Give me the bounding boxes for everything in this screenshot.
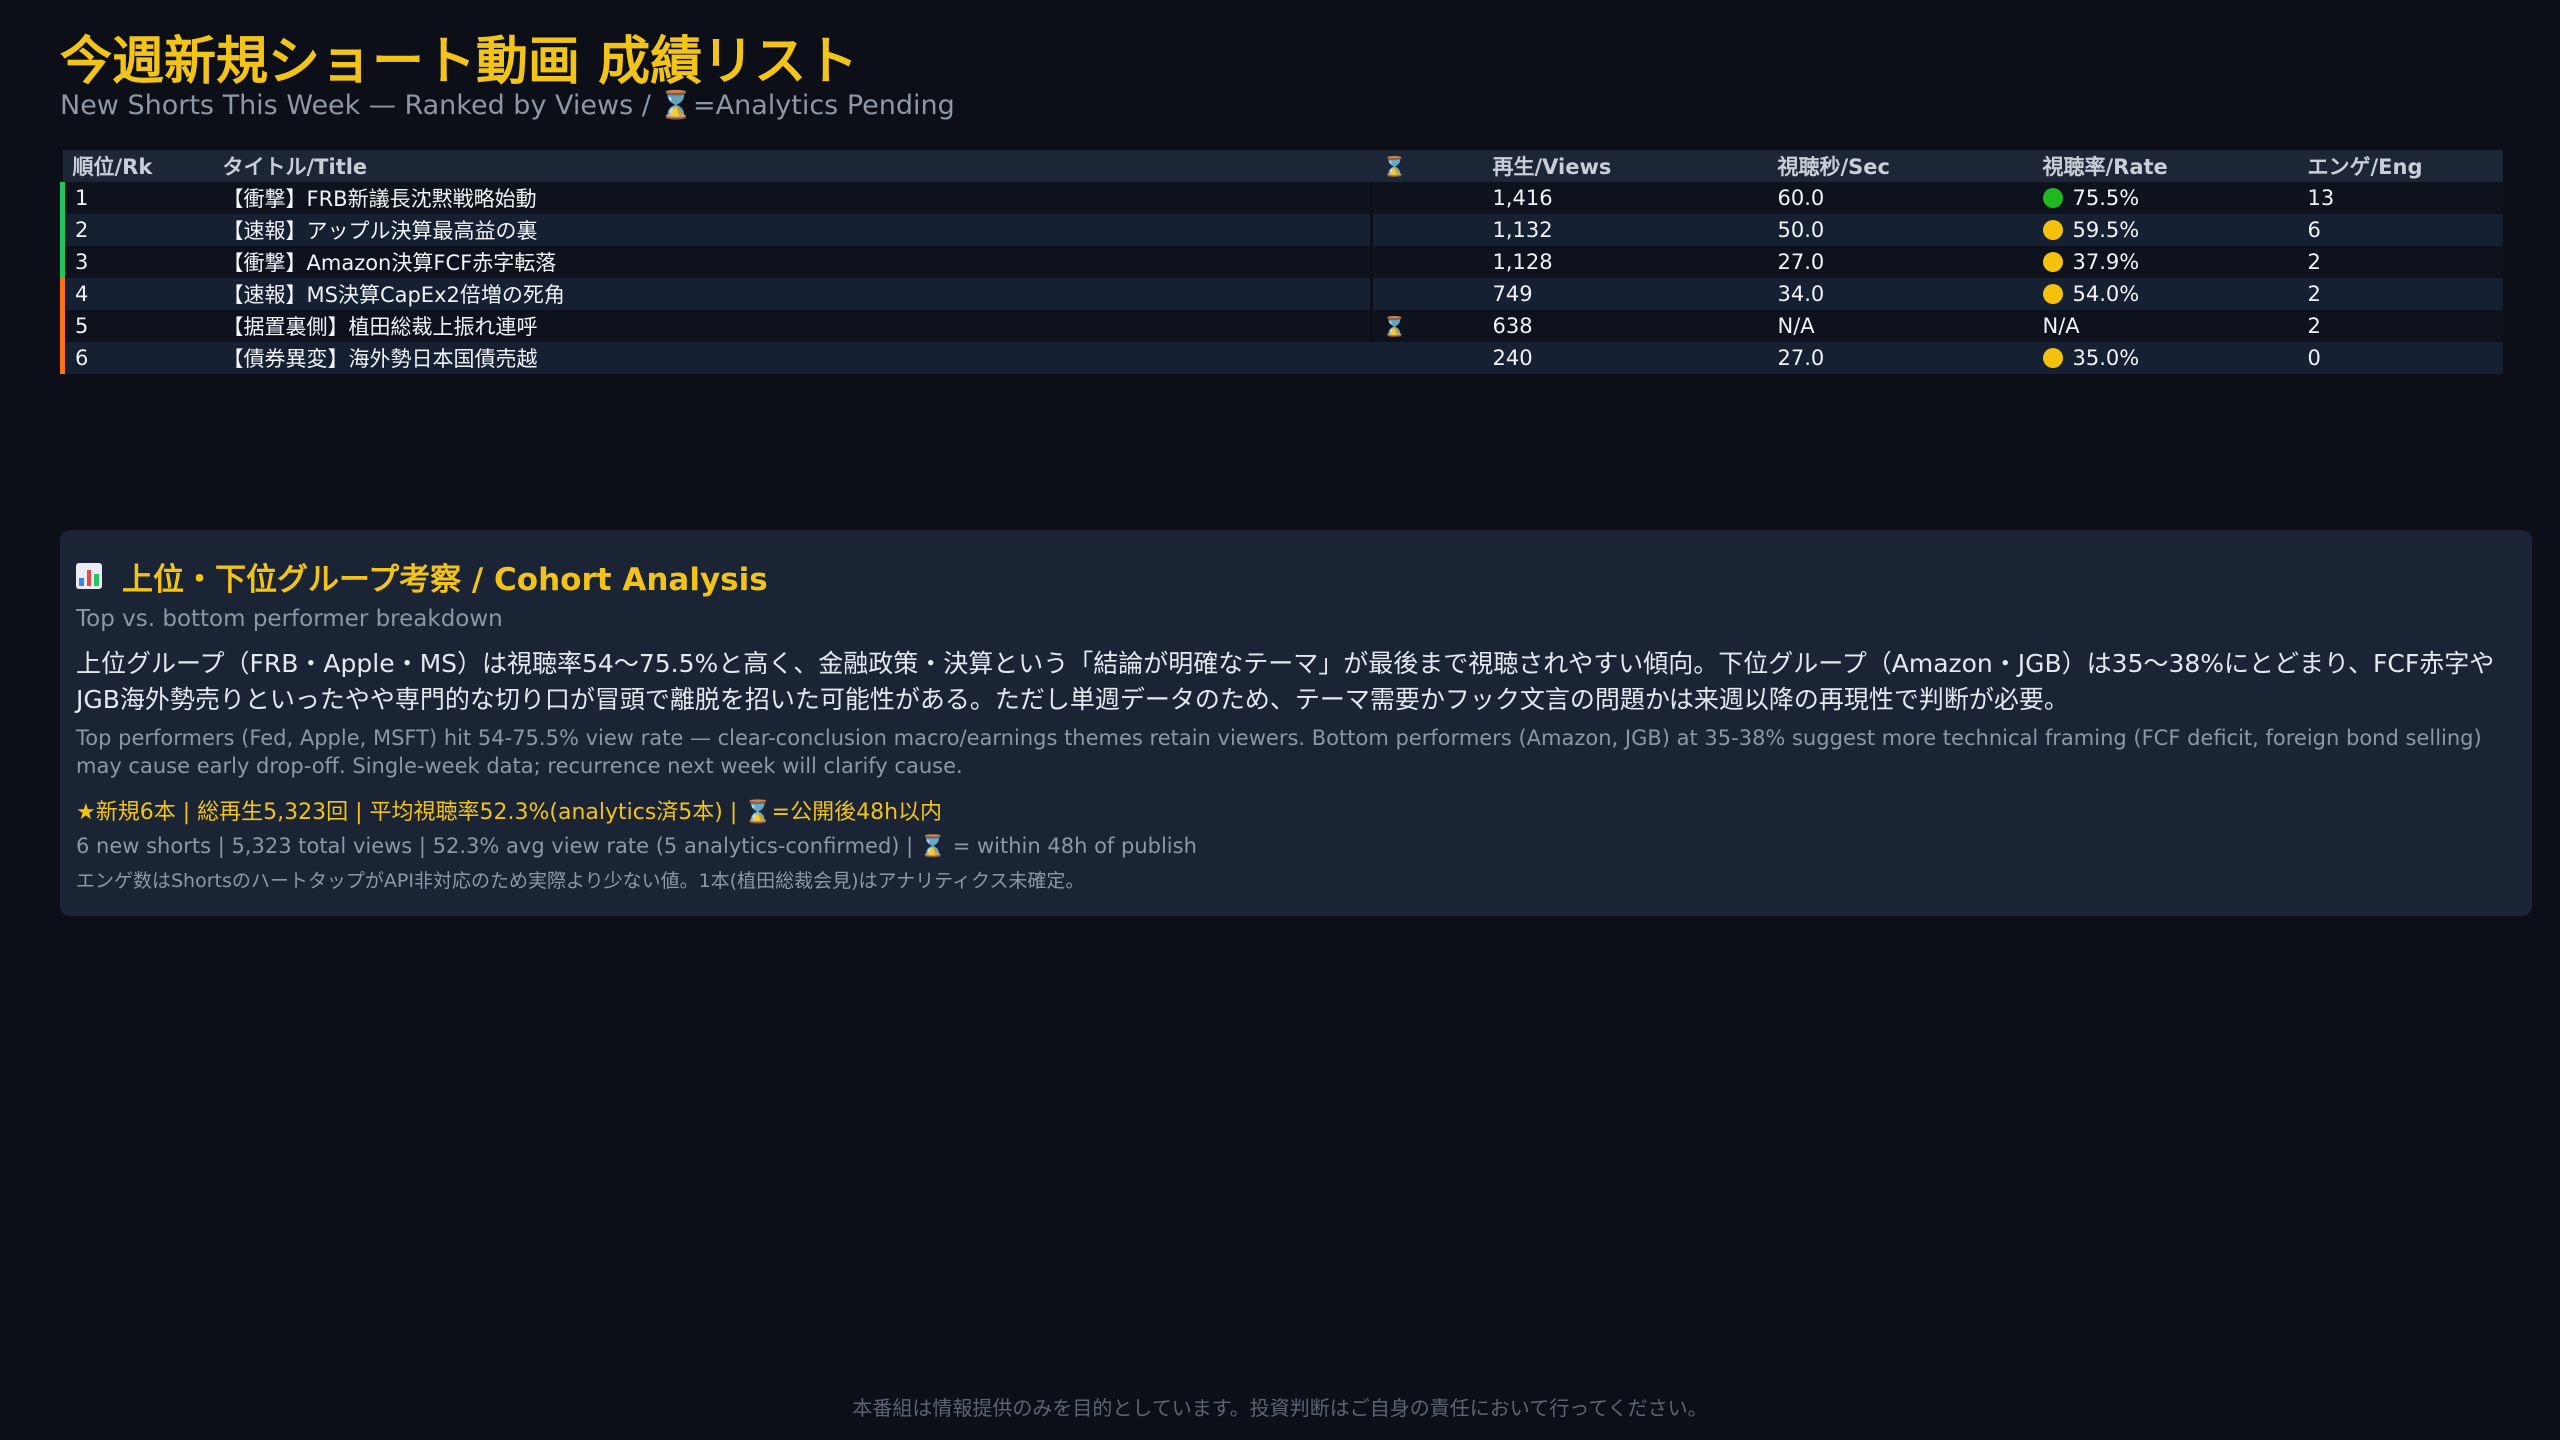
cell-views: 240 — [1492, 346, 1533, 370]
cell-rate: 37.9% — [2033, 246, 2298, 278]
cell-rate: 59.5% — [2033, 214, 2298, 246]
page-title: 今週新規ショート動画 成績リスト — [60, 32, 859, 92]
table-body: 1 【衝撃】FRB新議長沈黙戦略始動 1,416 60.0 75.5% 13 2 【速報】アッ… — [60, 182, 2503, 374]
cell-engagement: 13 — [2307, 186, 2335, 210]
ranking-table-container: 順位/Rk タイトル/Title ⌛ 再生/Views 視聴秒/Sec 視聴率/… — [60, 150, 2503, 374]
table-row[interactable]: 3 【衝撃】Amazon決算FCF赤字転落 1,128 27.0 37.9% 2 — [60, 246, 2503, 278]
cell-rate: N/A — [2033, 310, 2298, 342]
rate-status-dot-icon — [2042, 188, 2063, 208]
table-row[interactable]: 2 【速報】アップル決算最高益の裏 1,132 50.0 59.5% 6 — [60, 214, 2503, 246]
summary-stats-en: 6 new shorts | 5,323 total views | 52.3%… — [76, 834, 1197, 858]
cell-title: 【据置裏側】植田総裁上振れ連呼 — [222, 315, 538, 339]
cell-title: 【衝撃】FRB新議長沈黙戦略始動 — [222, 187, 537, 211]
cell-pending — [1373, 214, 1483, 246]
cell-views: 1,132 — [1492, 218, 1553, 242]
cell-pending — [1373, 182, 1483, 214]
panel-subtitle: Top vs. bottom performer breakdown — [76, 606, 503, 632]
cell-title: 【衝撃】Amazon決算FCF赤字転落 — [222, 251, 557, 275]
rate-value: 75.5% — [2072, 186, 2140, 210]
cell-seconds: 27.0 — [1777, 346, 1825, 370]
rate-status-dot-icon — [2042, 284, 2063, 304]
column-header-rank[interactable]: 順位/Rk — [63, 150, 213, 182]
page-subtitle: New Shorts This Week — Ranked by Views /… — [60, 90, 955, 121]
disclaimer-footer: 本番組は情報提供のみを目的としています。投資判断はご自身の責任において行ってくだ… — [852, 1396, 1708, 1420]
table-row[interactable]: 6 【債券異変】海外勢日本国債売越 240 27.0 35.0% 0 — [60, 342, 2503, 374]
engagement-note: エンゲ数はShortsのハートタップがAPI非対応のため実際より少ない値。1本(… — [76, 870, 1085, 892]
hourglass-icon: ⌛ — [1382, 156, 1407, 178]
table-header-row: 順位/Rk タイトル/Title ⌛ 再生/Views 視聴秒/Sec 視聴率/… — [62, 150, 2503, 182]
cell-pending — [1373, 342, 1483, 374]
cell-title: 【速報】MS決算CapEx2倍増の死角 — [222, 283, 565, 307]
rate-value: N/A — [2042, 314, 2080, 338]
cell-seconds: 60.0 — [1777, 186, 1825, 210]
cell-title: 【債券異変】海外勢日本国債売越 — [222, 347, 538, 371]
cell-rank: 4 — [60, 278, 213, 310]
rate-status-dot-icon — [2042, 252, 2063, 272]
analysis-text-en: Top performers (Fed, Apple, MSFT) hit 54… — [76, 726, 2482, 778]
column-header-rate[interactable]: 視聴率/Rate — [2033, 150, 2298, 182]
column-header-engagement[interactable]: エンゲ/Eng — [2298, 150, 2503, 182]
rate-value: 35.0% — [2072, 346, 2140, 370]
cell-views: 638 — [1492, 314, 1533, 338]
column-header-seconds[interactable]: 視聴秒/Sec — [1768, 150, 2033, 182]
table-row[interactable]: 5 【据置裏側】植田総裁上振れ連呼 ⌛ 638 N/A N/A 2 — [60, 310, 2503, 342]
cell-engagement: 2 — [2307, 282, 2321, 306]
cell-pending — [1373, 246, 1483, 278]
cohort-analysis-panel: 上位・下位グループ考察 / Cohort Analysis Top vs. bo… — [60, 530, 2532, 916]
cell-engagement: 0 — [2307, 346, 2321, 370]
cell-rank: 6 — [60, 342, 213, 374]
bar-chart-icon — [76, 563, 102, 589]
cell-rank: 3 — [60, 246, 213, 278]
analysis-text-ja: 上位グループ（FRB・Apple・MS）は視聴率54〜75.5%と高く、金融政策… — [76, 649, 2495, 714]
cell-rank: 5 — [60, 310, 213, 342]
column-header-title[interactable]: タイトル/Title — [213, 150, 1373, 182]
summary-stats-ja: ★新規6本 | 総再生5,323回 | 平均視聴率52.3%(analytics… — [76, 800, 943, 825]
cell-seconds: 34.0 — [1777, 282, 1825, 306]
cell-rate: 75.5% — [2033, 182, 2298, 214]
cell-seconds: 50.0 — [1777, 218, 1825, 242]
cell-rank: 1 — [60, 182, 213, 214]
column-header-pending[interactable]: ⌛ — [1373, 150, 1483, 182]
rate-value: 37.9% — [2072, 250, 2140, 274]
ranking-table: 順位/Rk タイトル/Title ⌛ 再生/Views 視聴秒/Sec 視聴率/… — [60, 150, 2503, 374]
cell-views: 1,416 — [1492, 186, 1553, 210]
cell-pending — [1373, 278, 1483, 310]
cell-title: 【速報】アップル決算最高益の裏 — [222, 219, 538, 243]
cell-pending: ⌛ — [1373, 310, 1483, 342]
cell-seconds: 27.0 — [1777, 250, 1825, 274]
cell-rate: 35.0% — [2033, 342, 2298, 374]
hourglass-icon: ⌛ — [1382, 316, 1407, 338]
cell-engagement: 2 — [2307, 250, 2321, 274]
panel-header: 上位・下位グループ考察 / Cohort Analysis — [76, 554, 2516, 598]
table-row[interactable]: 4 【速報】MS決算CapEx2倍増の死角 749 34.0 54.0% 2 — [60, 278, 2503, 310]
rate-status-dot-icon — [2042, 220, 2063, 240]
rate-value: 59.5% — [2072, 218, 2140, 242]
cell-rate: 54.0% — [2033, 278, 2298, 310]
cell-engagement: 6 — [2307, 218, 2321, 242]
cell-views: 749 — [1492, 282, 1533, 306]
rate-status-dot-icon — [2042, 348, 2063, 368]
cell-seconds: N/A — [1777, 314, 1815, 338]
page: 今週新規ショート動画 成績リスト New Shorts This Week — … — [0, 0, 2560, 1440]
rate-value: 54.0% — [2072, 282, 2140, 306]
cell-views: 1,128 — [1492, 250, 1553, 274]
cell-rank: 2 — [60, 214, 213, 246]
table-row[interactable]: 1 【衝撃】FRB新議長沈黙戦略始動 1,416 60.0 75.5% 13 — [60, 182, 2503, 214]
cell-engagement: 2 — [2307, 314, 2321, 338]
panel-title: 上位・下位グループ考察 / Cohort Analysis — [122, 561, 768, 598]
column-header-views[interactable]: 再生/Views — [1483, 150, 1768, 182]
